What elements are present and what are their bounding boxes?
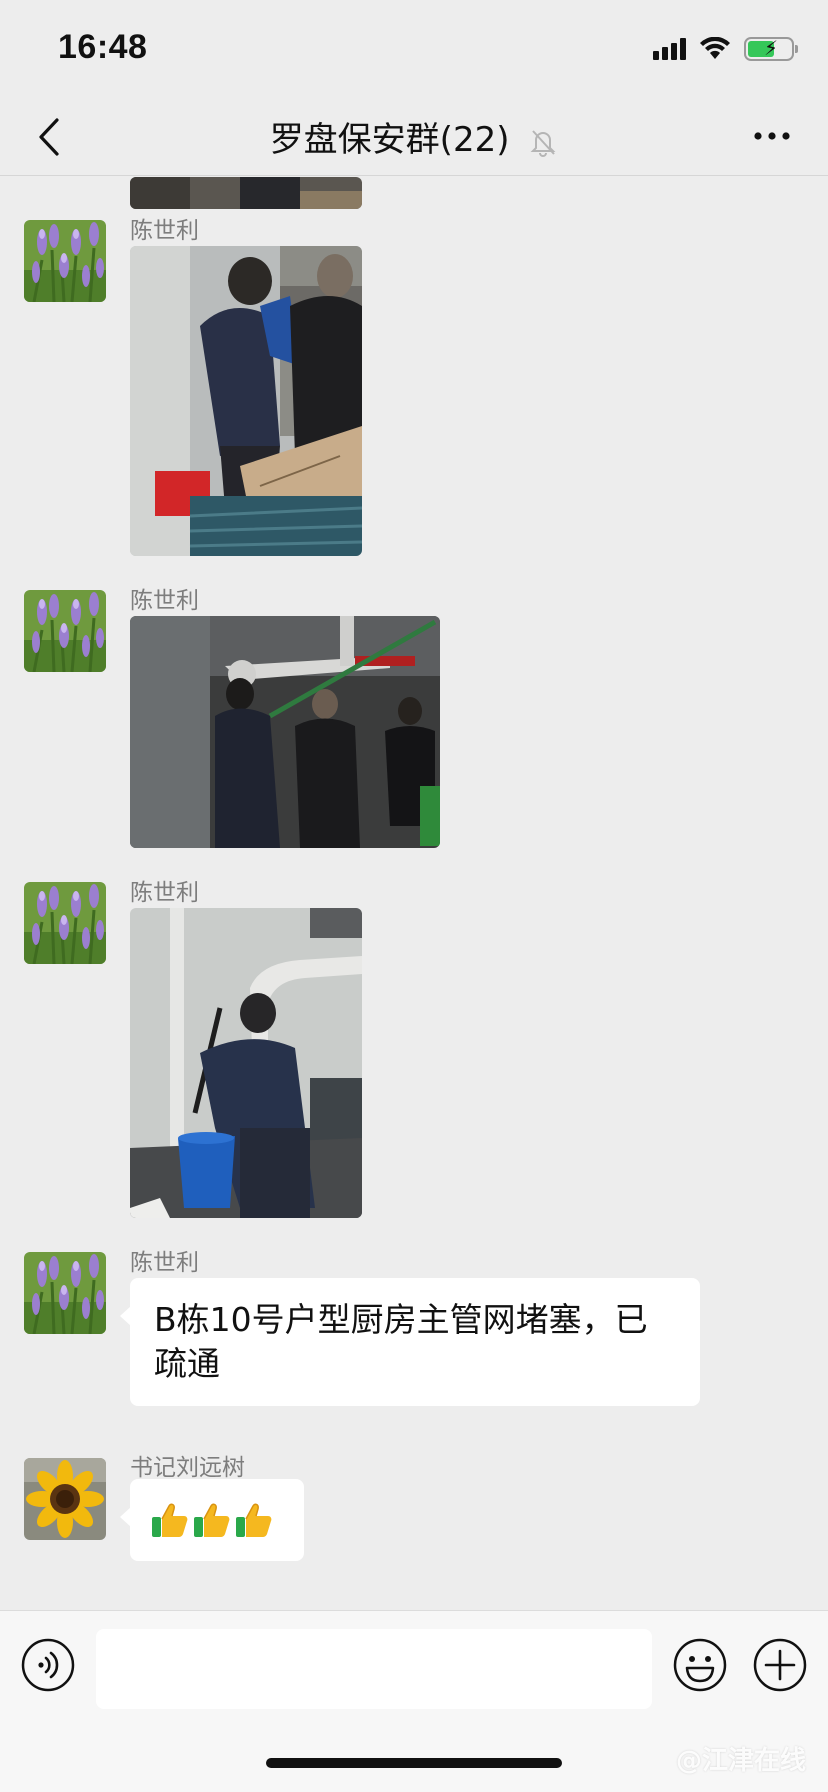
chat-header: 罗盘保安群(22) xyxy=(0,96,828,176)
sender-name: 书记刘远树 xyxy=(130,1455,245,1481)
voice-icon[interactable] xyxy=(20,1637,76,1693)
plus-icon[interactable] xyxy=(752,1637,808,1693)
sender-name: 陈世利 xyxy=(130,1250,199,1276)
message-emoji-bubble[interactable] xyxy=(120,1479,304,1561)
message-text-bubble[interactable]: B栋10号户型厨房主管网堵塞，已疏通 xyxy=(120,1278,700,1406)
status-bar: 16:48 ⚡ xyxy=(0,0,828,96)
message-photo[interactable] xyxy=(130,246,362,556)
avatar[interactable] xyxy=(24,882,106,964)
home-indicator[interactable] xyxy=(266,1758,562,1768)
avatar[interactable] xyxy=(24,590,106,672)
status-time: 16:48 xyxy=(58,28,148,66)
avatar[interactable] xyxy=(24,220,106,302)
more-icon[interactable] xyxy=(750,118,794,154)
chat-title-text: 罗盘保安群(22) xyxy=(269,120,510,160)
thumbs-up-icon xyxy=(192,1500,232,1540)
message-photo[interactable] xyxy=(130,908,362,1218)
sender-name: 陈世利 xyxy=(130,218,199,244)
sender-name: 陈世利 xyxy=(130,880,199,906)
status-icons: ⚡ xyxy=(653,34,798,64)
avatar[interactable] xyxy=(24,1252,106,1334)
chat-message-list[interactable]: 陈世利 陈世利 陈世利 陈世利 B栋10号户型厨房主管网堵塞，已疏通 书记刘远树 xyxy=(0,177,828,1610)
message-input[interactable] xyxy=(96,1629,652,1709)
emoji-icon[interactable] xyxy=(672,1637,728,1693)
battery-charging-icon: ⚡ xyxy=(744,36,798,61)
message-photo-partial[interactable] xyxy=(130,177,362,209)
watermark: @江津在线 xyxy=(675,1746,806,1776)
sender-name: 陈世利 xyxy=(130,588,199,614)
thumbs-up-icon xyxy=(150,1500,190,1540)
avatar[interactable] xyxy=(24,1458,106,1540)
thumbs-up-icon xyxy=(234,1500,274,1540)
chat-title: 罗盘保安群(22) xyxy=(0,112,828,161)
signal-icon xyxy=(653,38,686,60)
message-photo[interactable] xyxy=(130,616,440,848)
mute-bell-icon xyxy=(530,129,556,157)
wifi-icon xyxy=(700,37,730,59)
